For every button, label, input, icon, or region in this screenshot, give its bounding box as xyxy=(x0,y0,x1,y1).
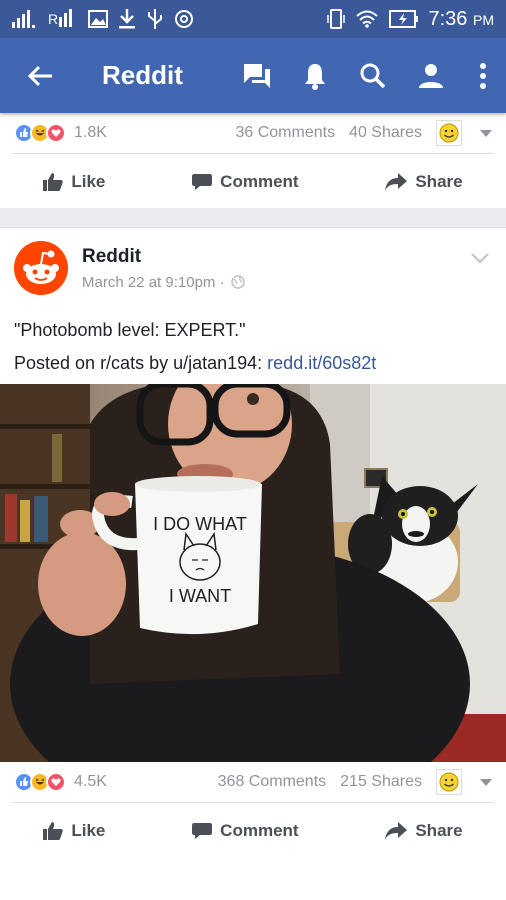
viewer-avatar[interactable] xyxy=(436,769,462,795)
like-button[interactable]: Like xyxy=(43,172,105,192)
search-button[interactable] xyxy=(344,38,402,113)
reaction-count: 1.8K xyxy=(74,124,107,141)
mug-text-top: I DO WHAT xyxy=(153,514,247,534)
vibrate-icon xyxy=(326,9,345,29)
share-button[interactable]: Share xyxy=(385,821,463,841)
post-photo[interactable]: I DO WHAT I WANT xyxy=(0,384,506,762)
smiley-icon xyxy=(439,123,459,143)
back-button[interactable] xyxy=(0,38,80,113)
viewer-avatar[interactable] xyxy=(436,120,462,146)
svg-text:R: R xyxy=(48,11,58,27)
chevron-down-icon[interactable] xyxy=(470,252,490,264)
thumbs-up-icon xyxy=(43,822,64,840)
app-bar: Reddit xyxy=(0,38,506,113)
page-title: Reddit xyxy=(102,60,183,90)
notifications-button[interactable] xyxy=(286,38,344,113)
usb-icon xyxy=(148,9,162,29)
status-bar: R 7:36 PM xyxy=(0,0,506,38)
battery-icon xyxy=(388,10,418,28)
post-timestamp[interactable]: March 22 at 9:10pm · xyxy=(82,274,245,291)
back-arrow-icon xyxy=(27,65,52,86)
post-source-line: Posted on r/cats by u/jatan194: redd.it/… xyxy=(14,353,377,373)
shares-count[interactable]: 40 Shares xyxy=(349,124,422,142)
signal-2-icon: R xyxy=(48,9,72,27)
comment-button[interactable]: Comment xyxy=(192,821,299,841)
search-icon xyxy=(360,63,386,88)
at-icon xyxy=(175,10,193,28)
love-reaction-icon xyxy=(46,772,66,792)
reaction-count: 4.5K xyxy=(74,773,107,790)
profile-icon xyxy=(419,63,443,88)
reddit-avatar[interactable] xyxy=(14,241,68,295)
post-card: Reddit March 22 at 9:10pm · "Photobomb l… xyxy=(0,227,506,900)
signal-icon xyxy=(12,10,35,28)
post-text: "Photobomb level: EXPERT." Posted on r/c… xyxy=(0,308,506,380)
comment-button[interactable]: Comment xyxy=(192,172,299,192)
smiley-icon xyxy=(439,772,459,792)
messenger-button[interactable] xyxy=(228,38,286,113)
post-link[interactable]: redd.it/60s82t xyxy=(267,353,376,373)
download-icon xyxy=(119,9,135,29)
globe-icon xyxy=(230,275,245,289)
status-time: 7:36 PM xyxy=(428,7,495,30)
share-button[interactable]: Share xyxy=(385,172,463,192)
wifi-icon xyxy=(355,10,378,28)
comment-icon xyxy=(192,823,213,839)
post-reactions-row[interactable]: 4.5K 368 Comments 215 Shares xyxy=(0,762,506,802)
like-button[interactable]: Like xyxy=(43,821,105,841)
post-author[interactable]: Reddit xyxy=(82,246,245,268)
chevron-down-icon[interactable] xyxy=(480,129,492,137)
shares-count[interactable]: 215 Shares xyxy=(340,773,422,791)
reddit-logo-icon xyxy=(23,250,59,284)
bell-icon xyxy=(305,63,325,90)
comments-count[interactable]: 36 Comments xyxy=(235,124,335,142)
chevron-down-icon[interactable] xyxy=(480,778,492,786)
share-arrow-icon xyxy=(385,822,408,840)
comment-icon xyxy=(192,174,213,190)
share-arrow-icon xyxy=(385,173,408,191)
thumbs-up-icon xyxy=(43,173,64,191)
photo-illustration: I DO WHAT I WANT xyxy=(0,384,506,762)
love-reaction-icon xyxy=(46,123,66,143)
more-icon xyxy=(480,62,486,89)
messenger-icon xyxy=(244,63,270,88)
comments-count[interactable]: 368 Comments xyxy=(218,773,327,791)
mug-text-bottom: I WANT xyxy=(169,586,231,606)
prev-reactions-row[interactable]: 1.8K 36 Comments 40 Shares xyxy=(0,113,506,153)
post-quote: "Photobomb level: EXPERT." xyxy=(14,320,246,340)
post-header: Reddit March 22 at 9:10pm · xyxy=(0,228,506,308)
profile-button[interactable] xyxy=(402,38,460,113)
prev-post-footer: 1.8K 36 Comments 40 Shares Like Comment … xyxy=(0,113,506,208)
more-button[interactable] xyxy=(460,38,506,113)
image-icon xyxy=(88,10,108,28)
